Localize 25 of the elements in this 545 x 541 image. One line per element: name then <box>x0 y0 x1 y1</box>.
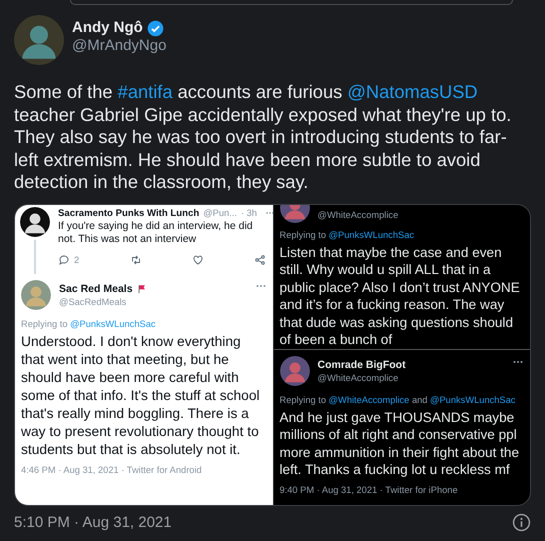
post-meta: 4:46 PM · Aug 31, 2021 · Twitter for Android <box>21 464 203 476</box>
user-handle[interactable]: @WhiteAccomplice <box>318 372 504 384</box>
mention-link[interactable]: @NatomasUSD <box>347 81 478 102</box>
tweet-text: If you're saying he did an interview, he did not. This was not an interview <box>58 220 254 246</box>
display-name[interactable]: Sacramento Punks With Lunch <box>58 206 200 220</box>
tweet-text: Some of the #antifa accounts are furious @NatomasUSD teacher Gabriel Gipe accidentally exposed what they're up to. They also say he was too overt in introducing students to far-left extremism. He should have been more subtle to avoid detection in the classroom, they say. <box>14 81 512 194</box>
tweet-text: Listen that maybe the case and even still. Why would u spill ALL that in a public place? Also I don’t trust ANYONE and it’s for a fucking reason. The way that dude was asking questions should of been a bunch of <box>280 244 521 348</box>
mention-link[interactable]: @PunksWLunchSac <box>328 230 414 240</box>
mention-link[interactable]: @PunksWLunchSac <box>430 394 516 404</box>
mention-link[interactable]: #antifa <box>118 81 173 102</box>
post-time: · 3h <box>240 207 257 219</box>
replying-to: Replying to @PunksWLunchSac <box>21 318 157 330</box>
author-handle[interactable]: @MrAndyNgo <box>72 37 166 55</box>
mention-link[interactable]: @WhiteAccomplice <box>328 394 410 404</box>
reply-count: 2 <box>74 254 80 266</box>
display-name[interactable]: Comrade BigFoot <box>318 358 406 372</box>
post-timestamp: 5:10 PM · Aug 31, 2021 <box>14 512 172 532</box>
user-handle[interactable]: @WhiteAccomplice <box>318 208 524 220</box>
replying-to: Replying to @PunksWLunchSac <box>280 228 416 240</box>
tweet-text: Understood. I don't know everything that went into that meeting, but he should have been more careful with some of that info. It's the stuff at school that's really mind boggling. There is a way to present revolutionary thought to students but that is absolutely not it. <box>21 332 261 458</box>
display-name[interactable]: Sac Red Meals <box>59 282 133 296</box>
post-meta: 9:40 PM · Aug 31, 2021 · Twitter for iPhone <box>280 484 459 496</box>
replying-to: Replying to @WhiteAccomplice and @PunksWLunchSac <box>280 394 516 406</box>
tweet-text: And he just gave THOUSANDS maybe millions of alt right and conservative ppl more ammunition in their fight about the left. Thanks a fucking lot u reckless mf <box>280 408 520 478</box>
author-name[interactable]: Andy Ngô <box>72 19 143 37</box>
